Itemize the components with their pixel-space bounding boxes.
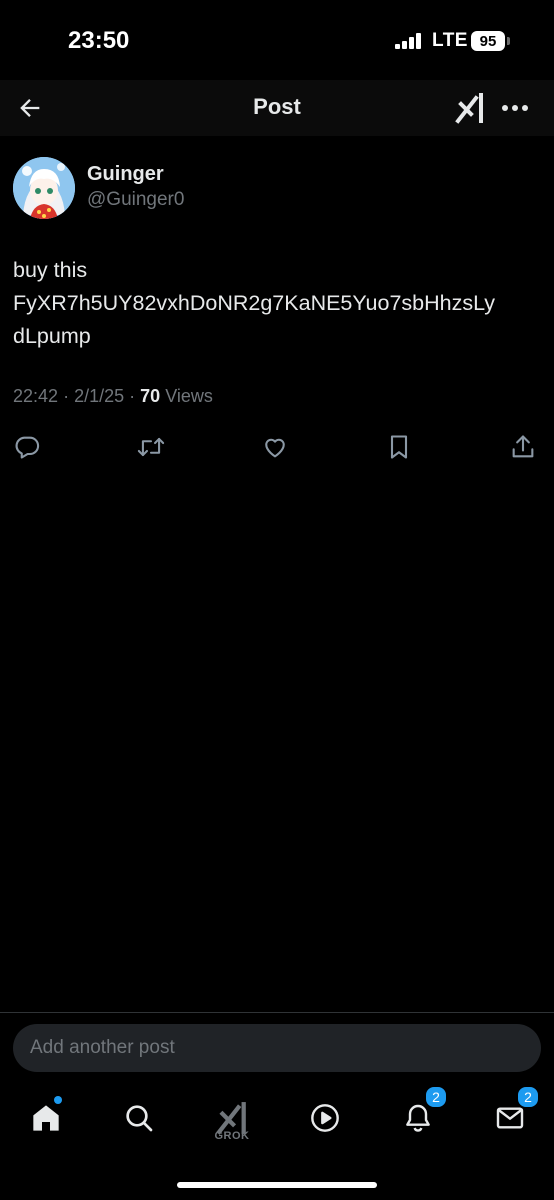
screen: 23:50 LTE 95 Post Guinger @Guinger0 buy … [0, 0, 554, 1200]
repost-icon [137, 437, 165, 457]
battery-level: 95 [479, 32, 497, 50]
tab-search[interactable] [115, 1094, 163, 1142]
share-button[interactable] [506, 430, 540, 464]
home-indicator [177, 1182, 377, 1188]
avatar-image [13, 157, 75, 219]
composer-divider [0, 1012, 554, 1013]
reply-input[interactable] [13, 1024, 541, 1072]
reply-button[interactable] [10, 430, 44, 464]
bookmark-button[interactable] [382, 430, 416, 464]
battery-tip [507, 37, 510, 45]
post-actions [0, 430, 554, 464]
reply-composer[interactable] [13, 1024, 541, 1072]
messages-badge: 2 [516, 1085, 540, 1109]
views-label: Views [165, 386, 213, 406]
post-header: Post [0, 80, 554, 136]
like-button[interactable] [258, 430, 292, 464]
post-date: 2/1/25 [74, 386, 125, 406]
status-bar: 23:50 LTE 95 [0, 0, 554, 80]
author-handle[interactable]: @Guinger0 [87, 189, 184, 211]
post-text-line: buy this [13, 258, 88, 282]
home-icon [33, 1105, 59, 1131]
like-icon [265, 438, 285, 458]
grok-icon [455, 93, 483, 124]
battery-indicator: 95 [471, 31, 505, 51]
repost-button[interactable] [134, 430, 168, 464]
search-icon [126, 1105, 153, 1132]
reply-icon [15, 436, 40, 459]
network-label: LTE [432, 30, 468, 51]
signal-icon [395, 33, 421, 49]
grok-tab-label: GROK [214, 1130, 250, 1142]
tab-video[interactable] [301, 1094, 349, 1142]
post-text-line: dLpump [13, 324, 91, 348]
bookmark-icon [390, 435, 408, 459]
author-name[interactable]: Guinger [87, 163, 164, 186]
avatar[interactable] [13, 157, 75, 219]
post-text: buy this FyXR7h5UY82vxhDoNR2g7KaNE5Yuo7s… [13, 254, 543, 353]
post-time: 22:42 [13, 386, 59, 406]
grok-button[interactable] [452, 90, 488, 126]
status-time: 23:50 [68, 27, 130, 54]
more-horizontal-icon [502, 105, 528, 111]
tab-home[interactable] [22, 1094, 70, 1142]
views-count[interactable]: 70 [140, 386, 160, 406]
post-meta: 22:42 · 2/1/25 · 70 Views [13, 386, 213, 407]
post-text-line: FyXR7h5UY82vxhDoNR2g7KaNE5Yuo7sbHhzsLy [13, 291, 496, 315]
meta-separator: · [63, 386, 70, 406]
share-icon [512, 435, 534, 458]
notifications-badge: 2 [424, 1085, 448, 1109]
more-options-button[interactable] [497, 90, 533, 126]
meta-separator: · [129, 386, 136, 406]
home-unread-dot [54, 1096, 62, 1104]
play-circle-icon [311, 1104, 339, 1132]
